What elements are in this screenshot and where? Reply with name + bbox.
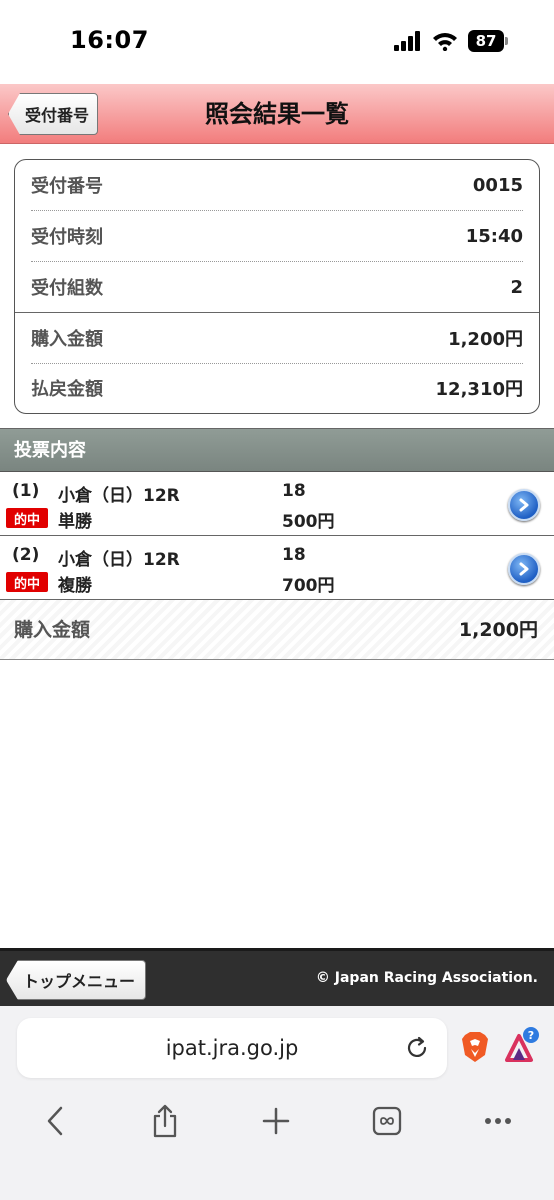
receipt-value: 12,310円 bbox=[435, 379, 523, 400]
status-bar: 16:07 87 bbox=[0, 0, 554, 84]
reload-icon[interactable] bbox=[405, 1036, 429, 1060]
footer-bar: トップメニュー © Japan Racing Association. bbox=[0, 948, 554, 1006]
detail-arrow-button[interactable] bbox=[508, 489, 540, 521]
receipt-row-purchase: 購入金額 1,200円 bbox=[31, 313, 523, 363]
chevron-right-icon bbox=[519, 562, 529, 576]
bet-race: 小倉（日）12R bbox=[58, 486, 180, 506]
status-icons: 87 bbox=[394, 28, 508, 54]
receipt-label: 購入金額 bbox=[31, 329, 103, 350]
wifi-icon bbox=[433, 33, 457, 51]
bet-number: (2) bbox=[12, 545, 40, 565]
copyright-text: © Japan Racing Association. bbox=[315, 970, 538, 986]
browser-nav-row bbox=[0, 1099, 554, 1143]
bet-horse-number: 18 bbox=[282, 481, 306, 501]
bet-item-1[interactable]: (1) 小倉（日）12R 18 的中 単勝 500円 bbox=[0, 473, 554, 536]
receipt-label: 受付組数 bbox=[31, 278, 103, 299]
receipt-label: 払戻金額 bbox=[31, 379, 103, 400]
cellular-signal-icon bbox=[394, 31, 420, 51]
receipt-value: 1,200円 bbox=[448, 329, 523, 350]
receipt-value: 2 bbox=[510, 276, 523, 298]
url-text: ipat.jra.go.jp bbox=[165, 1036, 299, 1060]
receipt-label: 受付時刻 bbox=[31, 227, 103, 248]
receipt-summary: 受付番号 0015 受付時刻 15:40 受付組数 2 購入金額 1,200円 … bbox=[14, 159, 540, 414]
bet-type: 複勝 bbox=[58, 576, 92, 596]
bet-race: 小倉（日）12R bbox=[58, 550, 180, 570]
battery-level: 87 bbox=[468, 30, 504, 52]
receipt-row-payout: 払戻金額 12,310円 bbox=[31, 363, 523, 413]
bet-type: 単勝 bbox=[58, 512, 92, 532]
receipt-row-number: 受付番号 0015 bbox=[31, 160, 523, 210]
back-button[interactable]: 受付番号 bbox=[8, 93, 99, 135]
hit-badge: 的中 bbox=[6, 508, 48, 528]
receipt-value: 0015 bbox=[472, 174, 523, 196]
total-bar: 購入金額 1,200円 bbox=[0, 600, 554, 660]
receipt-row-time: 受付時刻 15:40 bbox=[31, 211, 523, 261]
new-tab-icon[interactable] bbox=[254, 1099, 298, 1143]
bet-number: (1) bbox=[12, 481, 40, 501]
chevron-right-icon bbox=[519, 498, 529, 512]
total-label: 購入金額 bbox=[14, 619, 91, 641]
bet-amount: 500円 bbox=[282, 512, 335, 532]
bet-horse-number: 18 bbox=[282, 545, 306, 565]
page-header: 照会結果一覧 受付番号 bbox=[0, 84, 554, 144]
receipt-value: 15:40 bbox=[465, 225, 523, 247]
detail-arrow-button[interactable] bbox=[508, 553, 540, 585]
hit-badge: 的中 bbox=[6, 572, 48, 592]
receipt-row-count: 受付組数 2 bbox=[31, 262, 523, 312]
bet-item-2[interactable]: (2) 小倉（日）12R 18 的中 複勝 700円 bbox=[0, 537, 554, 600]
svg-text:?: ? bbox=[528, 1029, 534, 1042]
share-icon[interactable] bbox=[143, 1099, 187, 1143]
top-menu-button[interactable]: トップメニュー bbox=[6, 960, 147, 1000]
section-title: 投票内容 bbox=[14, 440, 86, 461]
total-value: 1,200円 bbox=[458, 619, 538, 641]
address-bar[interactable]: ipat.jra.go.jp bbox=[17, 1018, 447, 1078]
status-time: 16:07 bbox=[70, 26, 149, 54]
more-icon[interactable] bbox=[476, 1099, 520, 1143]
bet-amount: 700円 bbox=[282, 576, 335, 596]
battery-icon: 87 bbox=[468, 30, 508, 52]
browser-toolbar: ipat.jra.go.jp ? bbox=[0, 1006, 554, 1200]
receipt-label: 受付番号 bbox=[31, 176, 103, 197]
extension-icon[interactable]: ? bbox=[503, 1026, 541, 1066]
tabs-icon[interactable] bbox=[365, 1099, 409, 1143]
brave-shield-icon[interactable] bbox=[461, 1031, 489, 1063]
back-icon[interactable] bbox=[33, 1099, 77, 1143]
section-header: 投票内容 bbox=[0, 428, 554, 472]
